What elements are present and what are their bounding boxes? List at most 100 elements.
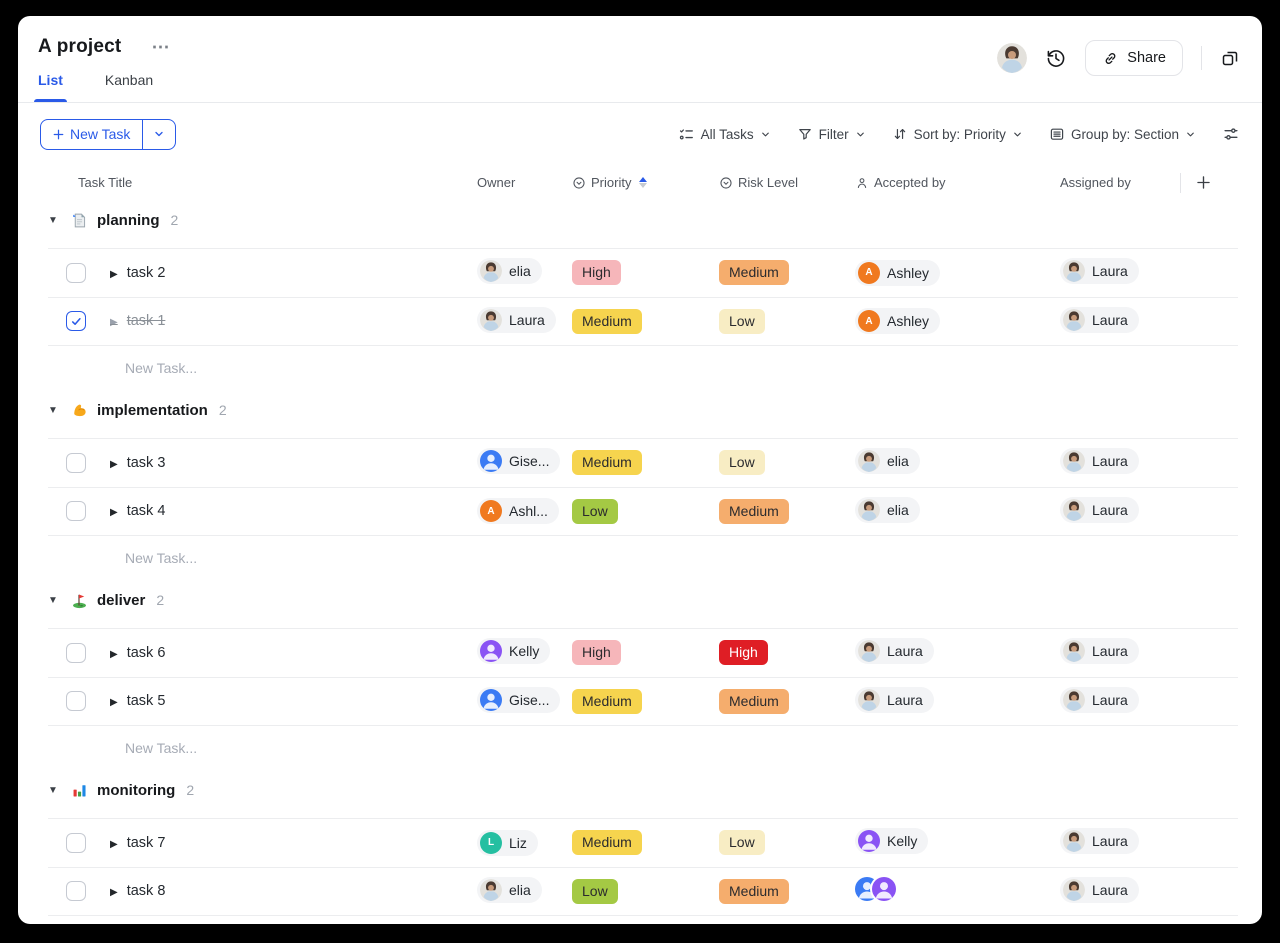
app-window: A project ⋯ Share [18,16,1262,924]
history-icon[interactable] [1045,47,1067,69]
task-expand-icon[interactable]: ▶ [110,649,118,660]
priority-pill[interactable]: Medium [572,450,642,475]
person-name: Laura [887,692,923,708]
tab-list[interactable]: List [38,72,63,102]
person-pill[interactable]: AAshley [855,260,940,286]
person-pill[interactable]: Laura [1060,307,1139,333]
task-expand-icon[interactable]: ▶ [110,269,118,280]
risk-pill[interactable]: High [719,640,768,665]
task-checkbox[interactable] [66,643,86,663]
risk-pill[interactable]: Medium [719,689,789,714]
person-pill[interactable]: Laura [1060,497,1139,523]
task-title[interactable]: task 8 [127,883,166,899]
more-menu-icon[interactable]: ⋯ [151,42,171,52]
share-button[interactable]: Share [1085,40,1183,76]
new-task-row[interactable]: New Task... [48,536,1238,580]
person-pill[interactable]: elia [855,448,920,474]
person-pill[interactable]: AAshl... [477,498,559,524]
person-pill[interactable]: elia [477,258,542,284]
list-toolbar: New Task All Tasks Filter [18,103,1262,165]
priority-pill[interactable]: Medium [572,830,642,855]
task-checkbox[interactable] [66,501,86,521]
column-task-title[interactable]: Task Title [48,175,477,190]
new-task-row[interactable]: New Task... [48,346,1238,390]
owner-cell: elia [477,258,572,287]
person-pill[interactable]: Laura [1060,687,1139,713]
task-expand-icon[interactable]: ▶ [110,839,118,850]
task-expand-icon[interactable]: ▶ [110,507,118,518]
task-title[interactable]: task 7 [127,835,166,851]
person-pill[interactable]: Laura [855,687,934,713]
task-checkbox[interactable] [66,691,86,711]
column-owner[interactable]: Owner [477,175,572,190]
task-title[interactable]: task 2 [127,265,166,281]
filter-button[interactable]: Filter [797,126,866,142]
risk-pill[interactable]: Low [719,309,765,334]
task-scope-selector[interactable]: All Tasks [678,126,771,143]
task-title[interactable]: task 5 [127,693,166,709]
task-checkbox[interactable] [66,453,86,473]
person-pill[interactable]: elia [855,497,920,523]
new-task-row[interactable]: New Task... [48,726,1238,770]
person-pill[interactable]: Kelly [477,638,550,664]
task-checkbox[interactable] [66,263,86,283]
priority-pill[interactable]: High [572,260,621,285]
column-priority[interactable]: Priority [572,175,719,190]
new-task-button[interactable]: New Task [40,119,176,150]
group-selector[interactable]: Group by: Section [1049,126,1196,142]
risk-pill[interactable]: Low [719,830,765,855]
avatar [1063,260,1085,282]
tab-kanban[interactable]: Kanban [105,72,153,102]
priority-pill[interactable]: High [572,640,621,665]
avatar-group[interactable] [855,877,896,901]
display-settings-button[interactable] [1222,125,1240,143]
section-collapse-icon[interactable]: ▼ [48,215,62,226]
task-expand-icon[interactable]: ▶ [110,697,118,708]
task-checkbox[interactable] [66,833,86,853]
section-collapse-icon[interactable]: ▼ [48,785,62,796]
person-pill[interactable]: AAshley [855,308,940,334]
split-view-icon[interactable] [1220,48,1240,68]
person-pill[interactable]: Laura [1060,258,1139,284]
task-checkbox[interactable] [66,311,86,331]
user-avatar[interactable] [997,43,1027,73]
task-checkbox[interactable] [66,881,86,901]
risk-pill[interactable]: Medium [719,260,789,285]
person-pill[interactable]: elia [477,877,542,903]
person-pill[interactable]: Laura [1060,877,1139,903]
task-expand-icon[interactable]: ▶ [110,459,118,470]
new-task-row[interactable]: New Task... [48,916,1238,924]
priority-pill[interactable]: Medium [572,689,642,714]
person-pill[interactable]: LLiz [477,830,538,856]
section-collapse-icon[interactable]: ▼ [48,405,62,416]
section-collapse-icon[interactable]: ▼ [48,595,62,606]
column-risk-level[interactable]: Risk Level [719,175,855,190]
task-expand-icon[interactable]: ▶ [110,887,118,898]
add-column-button[interactable] [1195,174,1212,191]
task-row: ▶ task 2 elia High Medium AAshley Laura [48,248,1238,297]
priority-pill[interactable]: Medium [572,309,642,334]
person-pill[interactable]: Laura [855,638,934,664]
risk-pill[interactable]: Medium [719,879,789,904]
task-title[interactable]: task 6 [127,645,166,661]
priority-pill[interactable]: Low [572,879,618,904]
task-title[interactable]: task 1 [127,313,166,329]
person-pill[interactable]: Gise... [477,448,560,474]
priority-pill[interactable]: Low [572,499,618,524]
risk-pill[interactable]: Medium [719,499,789,524]
task-expand-icon[interactable]: ▶ [110,317,118,328]
person-pill[interactable]: Laura [1060,828,1139,854]
person-pill[interactable]: Gise... [477,687,560,713]
person-pill[interactable]: Kelly [855,828,928,854]
person-pill[interactable]: Laura [477,307,556,333]
avatar [1063,689,1085,711]
person-pill[interactable]: Laura [1060,638,1139,664]
task-title[interactable]: task 4 [127,503,166,519]
person-pill[interactable]: Laura [1060,448,1139,474]
column-accepted-by[interactable]: Accepted by [855,175,1048,190]
risk-pill[interactable]: Low [719,450,765,475]
sort-selector[interactable]: Sort by: Priority [892,126,1023,142]
task-title[interactable]: task 3 [127,455,166,471]
column-assigned-by[interactable]: Assigned by [1048,175,1180,190]
new-task-dropdown-button[interactable] [143,120,175,149]
